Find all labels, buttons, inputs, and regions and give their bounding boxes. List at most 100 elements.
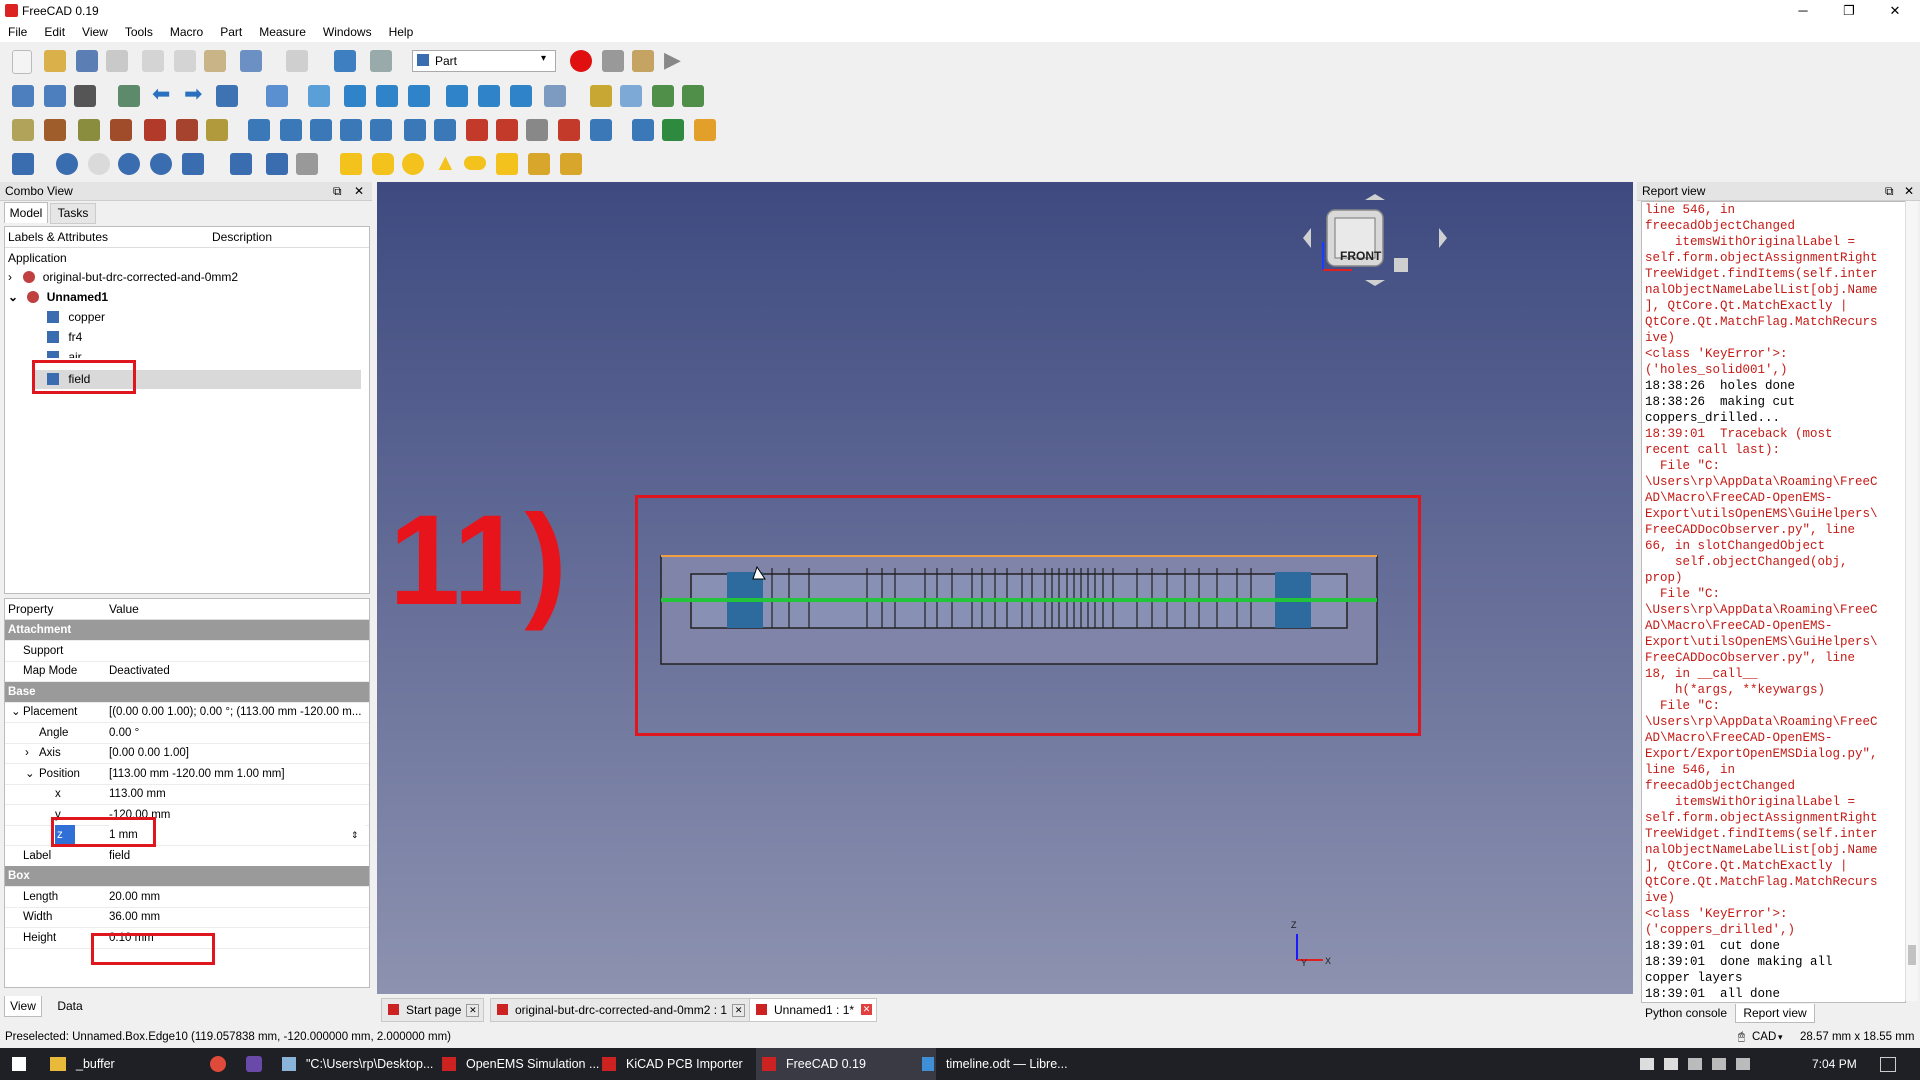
tab-report-view[interactable]: Report view [1735,1004,1815,1023]
copy-icon[interactable] [174,50,196,72]
task-libreoffice[interactable]: timeline.odt — Libre... [916,1048,1096,1080]
macro-edit-icon[interactable] [632,50,654,72]
spinbox-arrows-icon[interactable]: ⇕ [351,825,359,845]
projection-icon[interactable] [662,119,684,141]
windows-start-icon[interactable] [12,1057,26,1071]
tree-item-air[interactable]: air [47,348,82,358]
tab-unnamed1[interactable]: Unnamed1 : 1* ✕ [749,998,878,1022]
tab-start-page[interactable]: Start page ✕ [381,998,485,1022]
draw-style-icon[interactable] [74,85,96,107]
tab-view-properties[interactable]: View [4,996,42,1017]
isometric-view-icon[interactable] [308,85,330,107]
tray-icon-1[interactable] [1640,1058,1654,1070]
mirror-icon[interactable] [310,119,332,141]
sweep-icon[interactable] [496,119,518,141]
clock[interactable]: 7:04 PM [1812,1048,1857,1080]
volume-icon[interactable] [1736,1058,1750,1070]
offset-icon[interactable] [590,119,612,141]
tab-data-properties[interactable]: Data [50,996,90,1016]
part-tool-7-icon[interactable] [206,119,228,141]
cut-boolean-icon[interactable] [88,153,110,175]
ruled-surface-icon[interactable] [434,119,456,141]
shape-builder-icon[interactable] [560,153,582,175]
link-actions-icon[interactable] [682,85,704,107]
close-panel-icon[interactable]: ✕ [1904,182,1914,200]
property-row[interactable]: Label field [5,846,369,867]
make-face-icon[interactable] [404,119,426,141]
extrude-icon[interactable] [248,119,270,141]
menu-measure[interactable]: Measure [251,22,315,39]
sphere-icon[interactable] [402,153,424,175]
task-buffer[interactable]: _buffer [46,1048,226,1080]
part-tool-1-icon[interactable] [12,119,34,141]
part-primitive-icon[interactable] [12,153,34,175]
3d-viewport[interactable]: 11) FRONT Z Y X [377,182,1633,994]
forward-icon[interactable]: ➡ [184,81,202,107]
property-row[interactable]: Angle 0.00 ° [5,723,369,744]
cone-icon[interactable]: ▲ [434,149,457,176]
report-log[interactable]: line 546, in freecadObjectChanged itemsWi… [1641,201,1906,1003]
torus-icon[interactable] [464,156,486,170]
task-kicad-importer[interactable]: KiCAD PCB Importer [596,1048,776,1080]
left-view-icon[interactable] [510,85,532,107]
part-tool-2-icon[interactable] [44,119,66,141]
part-tool-5-icon[interactable] [144,119,166,141]
close-tab-icon[interactable]: ✕ [466,1004,480,1017]
cube-icon[interactable] [340,153,362,175]
cross-sections-icon[interactable] [558,119,580,141]
open-document-icon[interactable] [44,50,66,72]
task-notepad[interactable]: "C:\Users\rp\Desktop... [276,1048,456,1080]
macro-record-icon[interactable] [570,50,592,72]
menu-macro[interactable]: Macro [162,22,212,39]
workbench-selector[interactable]: Part ▾ [412,50,556,72]
part-tool-6-icon[interactable] [176,119,198,141]
rear-view-icon[interactable] [446,85,468,107]
menu-windows[interactable]: Windows [315,22,381,39]
fit-all-icon[interactable] [12,85,34,107]
join-features-icon[interactable] [182,153,204,175]
tab-original-document[interactable]: original-but-drc-corrected-and-0mm2 : 1 … [490,998,751,1022]
navcube-face-label[interactable]: FRONT [1340,249,1381,263]
new-document-icon[interactable] [12,50,32,74]
whats-this-icon[interactable] [370,50,392,72]
report-scrollbar[interactable] [1905,201,1918,1001]
std-views-icon[interactable] [216,85,238,107]
property-row[interactable]: Length 20.00 mm [5,887,369,908]
property-row[interactable]: Map Mode Deactivated [5,661,369,682]
split-icon[interactable] [230,153,252,175]
print-icon[interactable] [106,50,128,72]
fuse-icon[interactable] [118,153,140,175]
fit-selection-icon[interactable] [44,85,66,107]
chevron-right-icon[interactable]: › [25,743,29,763]
battery-icon[interactable] [1712,1058,1726,1070]
back-icon[interactable]: ⬅ [152,81,170,107]
chevron-down-icon[interactable]: ⌄ [25,764,35,784]
chevron-right-icon[interactable]: › [8,270,12,284]
boolean-icon[interactable] [56,153,78,175]
tab-python-console[interactable]: Python console [1641,1004,1731,1022]
menu-view[interactable]: View [74,22,117,39]
close-panel-icon[interactable]: ✕ [354,182,364,200]
tree-item-fr4[interactable]: fr4 [47,328,82,347]
tree-item-copper[interactable]: copper [47,308,105,327]
loft-icon[interactable] [466,119,488,141]
tab-tasks[interactable]: Tasks [50,203,96,224]
tray-icon-2[interactable] [1664,1058,1678,1070]
network-icon[interactable] [1688,1058,1702,1070]
menu-edit[interactable]: Edit [36,22,74,39]
menu-file[interactable]: File [0,22,36,39]
cut-icon[interactable] [142,50,164,72]
compound-icon[interactable] [266,153,288,175]
measure-distance-icon[interactable] [544,85,566,107]
fillet-icon[interactable] [340,119,362,141]
property-row[interactable]: ⌄ Position [113.00 mm -120.00 mm 1.00 mm] [5,764,369,785]
revolve-icon[interactable] [280,119,302,141]
property-row[interactable]: › Axis [0.00 0.00 1.00] [5,743,369,764]
tree-item-document-1[interactable]: › original-but-drc-corrected-and-0mm2 [8,268,238,287]
macro-stop-icon[interactable] [602,50,624,72]
redo-icon[interactable] [286,50,308,72]
tube-icon[interactable] [496,153,518,175]
navigation-style[interactable]: CAD [1752,1028,1776,1046]
front-view-icon[interactable] [344,85,366,107]
float-panel-icon[interactable]: ⧉ [333,182,342,200]
